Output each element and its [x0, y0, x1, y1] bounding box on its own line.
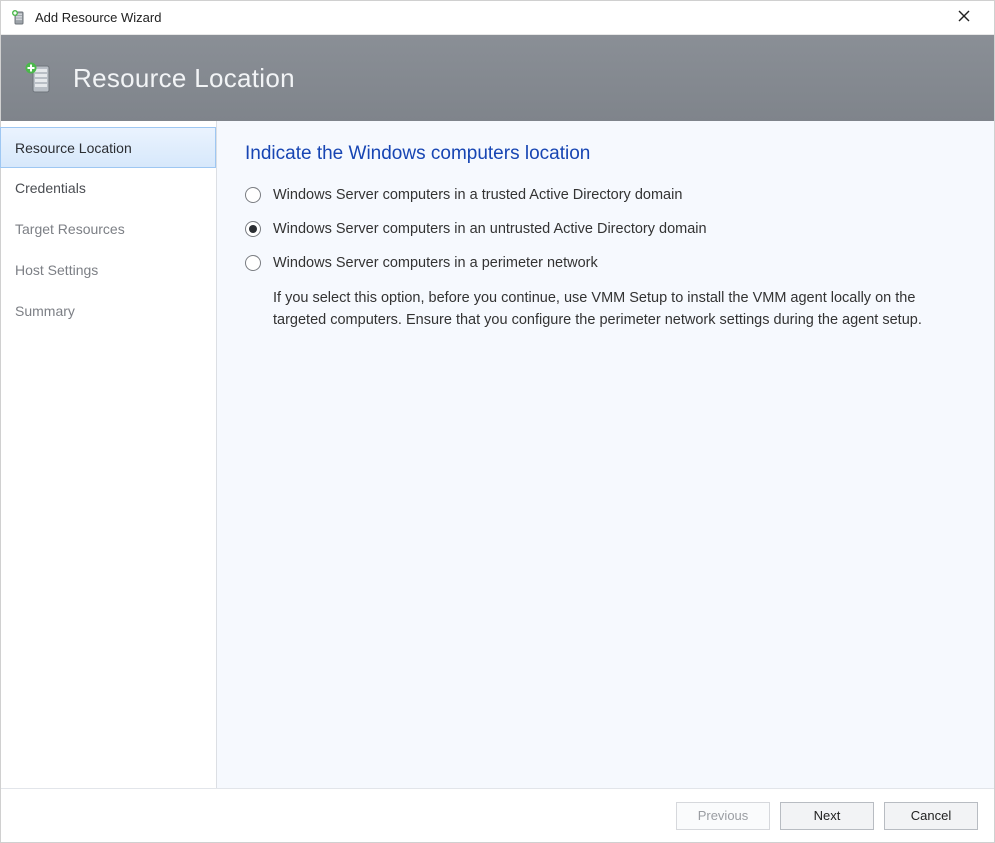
option-trusted-domain[interactable]: Windows Server computers in a trusted Ac…: [245, 185, 972, 205]
option-untrusted-domain[interactable]: Windows Server computers in an untrusted…: [245, 219, 972, 239]
previous-button: Previous: [676, 802, 770, 830]
wizard-steps-sidebar: Resource Location Credentials Target Res…: [1, 121, 217, 788]
window-title: Add Resource Wizard: [35, 10, 944, 25]
option-label: Windows Server computers in a perimeter …: [273, 253, 598, 273]
step-credentials[interactable]: Credentials: [1, 168, 216, 209]
step-target-resources[interactable]: Target Resources: [1, 209, 216, 250]
add-resource-icon: [11, 10, 27, 26]
server-add-icon: [23, 61, 57, 95]
main-panel: Indicate the Windows computers location …: [217, 121, 994, 788]
banner-title: Resource Location: [73, 63, 295, 94]
section-heading: Indicate the Windows computers location: [245, 143, 972, 165]
radio-icon: [245, 187, 261, 203]
option-perimeter-network[interactable]: Windows Server computers in a perimeter …: [245, 253, 972, 273]
radio-icon: [245, 221, 261, 237]
banner: Resource Location: [1, 35, 994, 121]
cancel-button[interactable]: Cancel: [884, 802, 978, 830]
close-icon: [958, 9, 970, 27]
radio-icon: [245, 255, 261, 271]
wizard-window: Add Resource Wizard Resource: [0, 0, 995, 843]
option-label: Windows Server computers in an untrusted…: [273, 219, 707, 239]
close-button[interactable]: [944, 3, 984, 33]
perimeter-help-text: If you select this option, before you co…: [273, 287, 972, 331]
step-summary[interactable]: Summary: [1, 291, 216, 332]
next-button[interactable]: Next: [780, 802, 874, 830]
title-bar: Add Resource Wizard: [1, 1, 994, 35]
wizard-footer: Previous Next Cancel: [1, 788, 994, 842]
step-resource-location[interactable]: Resource Location: [0, 127, 216, 168]
wizard-body: Resource Location Credentials Target Res…: [1, 121, 994, 788]
option-label: Windows Server computers in a trusted Ac…: [273, 185, 682, 205]
step-host-settings[interactable]: Host Settings: [1, 250, 216, 291]
